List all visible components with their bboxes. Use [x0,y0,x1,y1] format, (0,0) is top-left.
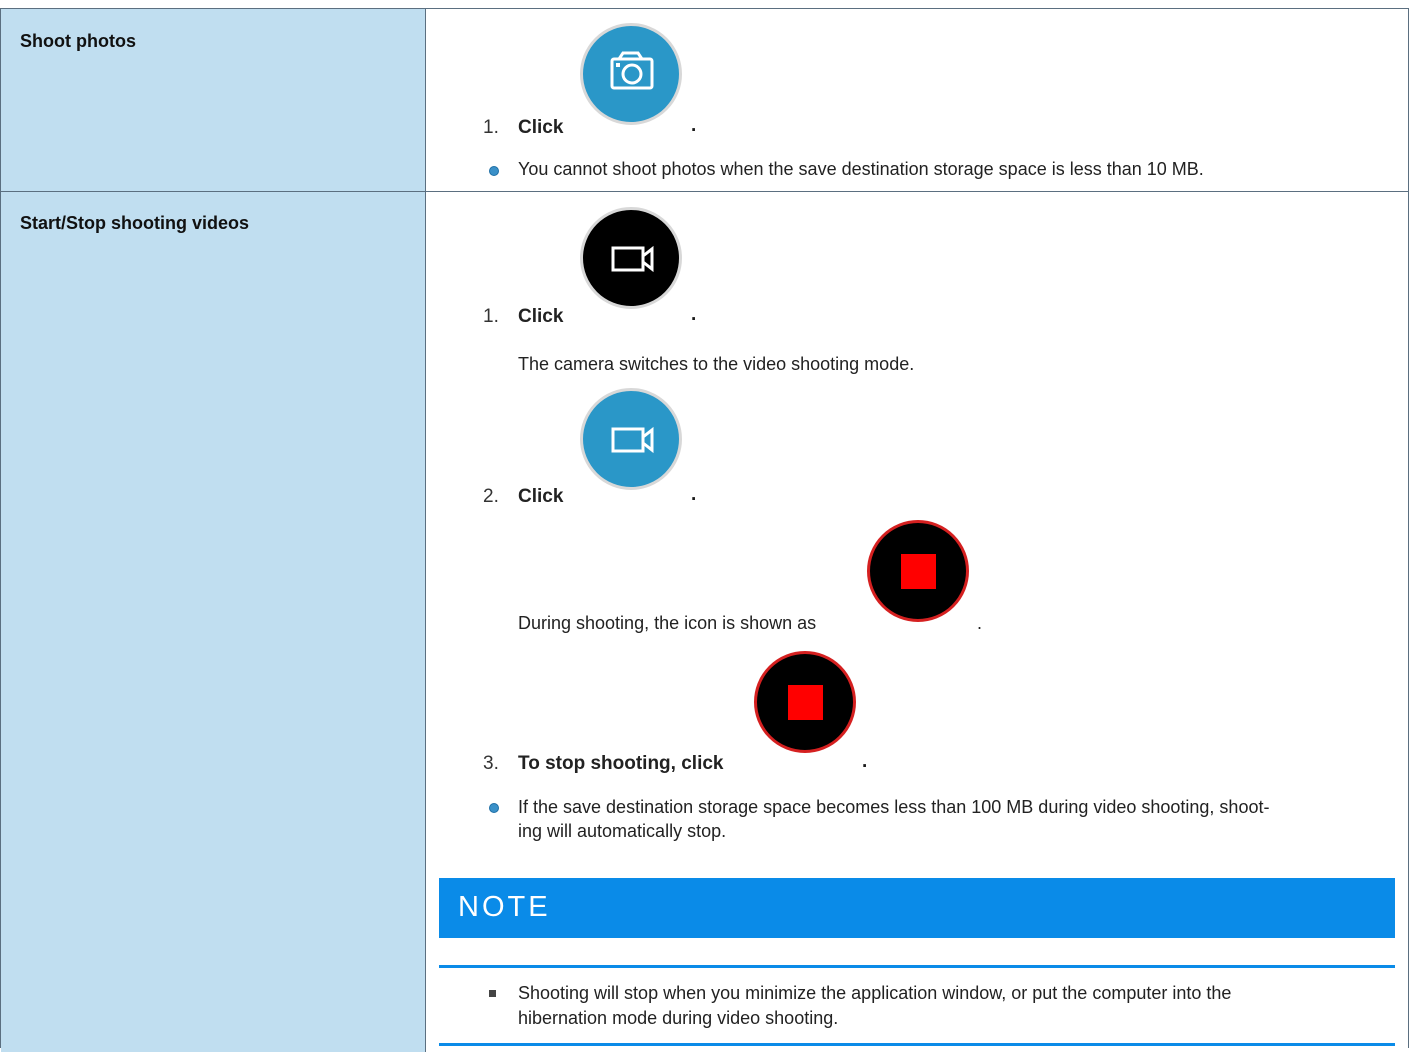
row-label-cell: Start/Stop shooting videos [1,192,426,1052]
note-bottom-divider [439,1043,1395,1046]
step-text: Click [518,306,564,327]
step-number: 1. [483,117,499,138]
note-text: hibernation mode during video shooting. [518,1008,839,1028]
step-number: 3. [483,753,499,774]
instruction-table: Shoot photos 1. Click . You cannot shoot… [0,8,1409,1052]
stop-icon [867,520,969,622]
note-text: Shooting will stop when you minimize the… [518,983,1232,1003]
step-description-end: . [977,613,983,633]
square-bullet-icon [489,990,496,997]
step-number: 2. [483,486,499,507]
table-row-shoot-photos: Shoot photos 1. Click . You cannot shoot… [1,9,1408,192]
note-top-divider [439,965,1395,968]
step-text: Click [518,486,564,507]
camera-icon [580,23,682,125]
row-label: Start/Stop shooting videos [20,213,250,233]
step-period: . [691,304,697,325]
step-period: . [691,484,697,505]
step-period: . [691,115,697,136]
step-description: The camera switches to the video shootin… [518,354,915,374]
bullet-icon [489,166,499,176]
step-text: To stop shooting, click [518,753,724,774]
row-content-cell: 1. Click . The camera switches to the vi… [426,192,1408,1052]
video-camera-icon [580,388,682,490]
bullet-text: If the save destination storage space be… [518,797,1270,817]
step-text: Click [518,117,564,138]
note-title: NOTE [458,891,551,923]
row-label-cell: Shoot photos [1,9,426,191]
stop-icon [754,651,856,753]
bullet-text: You cannot shoot photos when the save de… [518,159,1204,179]
step-period: . [862,751,868,772]
bullet-icon [489,803,499,813]
row-label: Shoot photos [20,31,136,51]
bullet-text: ing will automatically stop. [518,821,727,841]
note-header: NOTE [439,878,1395,938]
table-row-video: Start/Stop shooting videos 1. Click . Th… [1,192,1408,1052]
video-camera-icon [580,207,682,309]
step-number: 1. [483,306,499,327]
row-content-cell: 1. Click . You cannot shoot photos when … [426,9,1408,191]
step-description: During shooting, the icon is shown as [518,613,817,633]
